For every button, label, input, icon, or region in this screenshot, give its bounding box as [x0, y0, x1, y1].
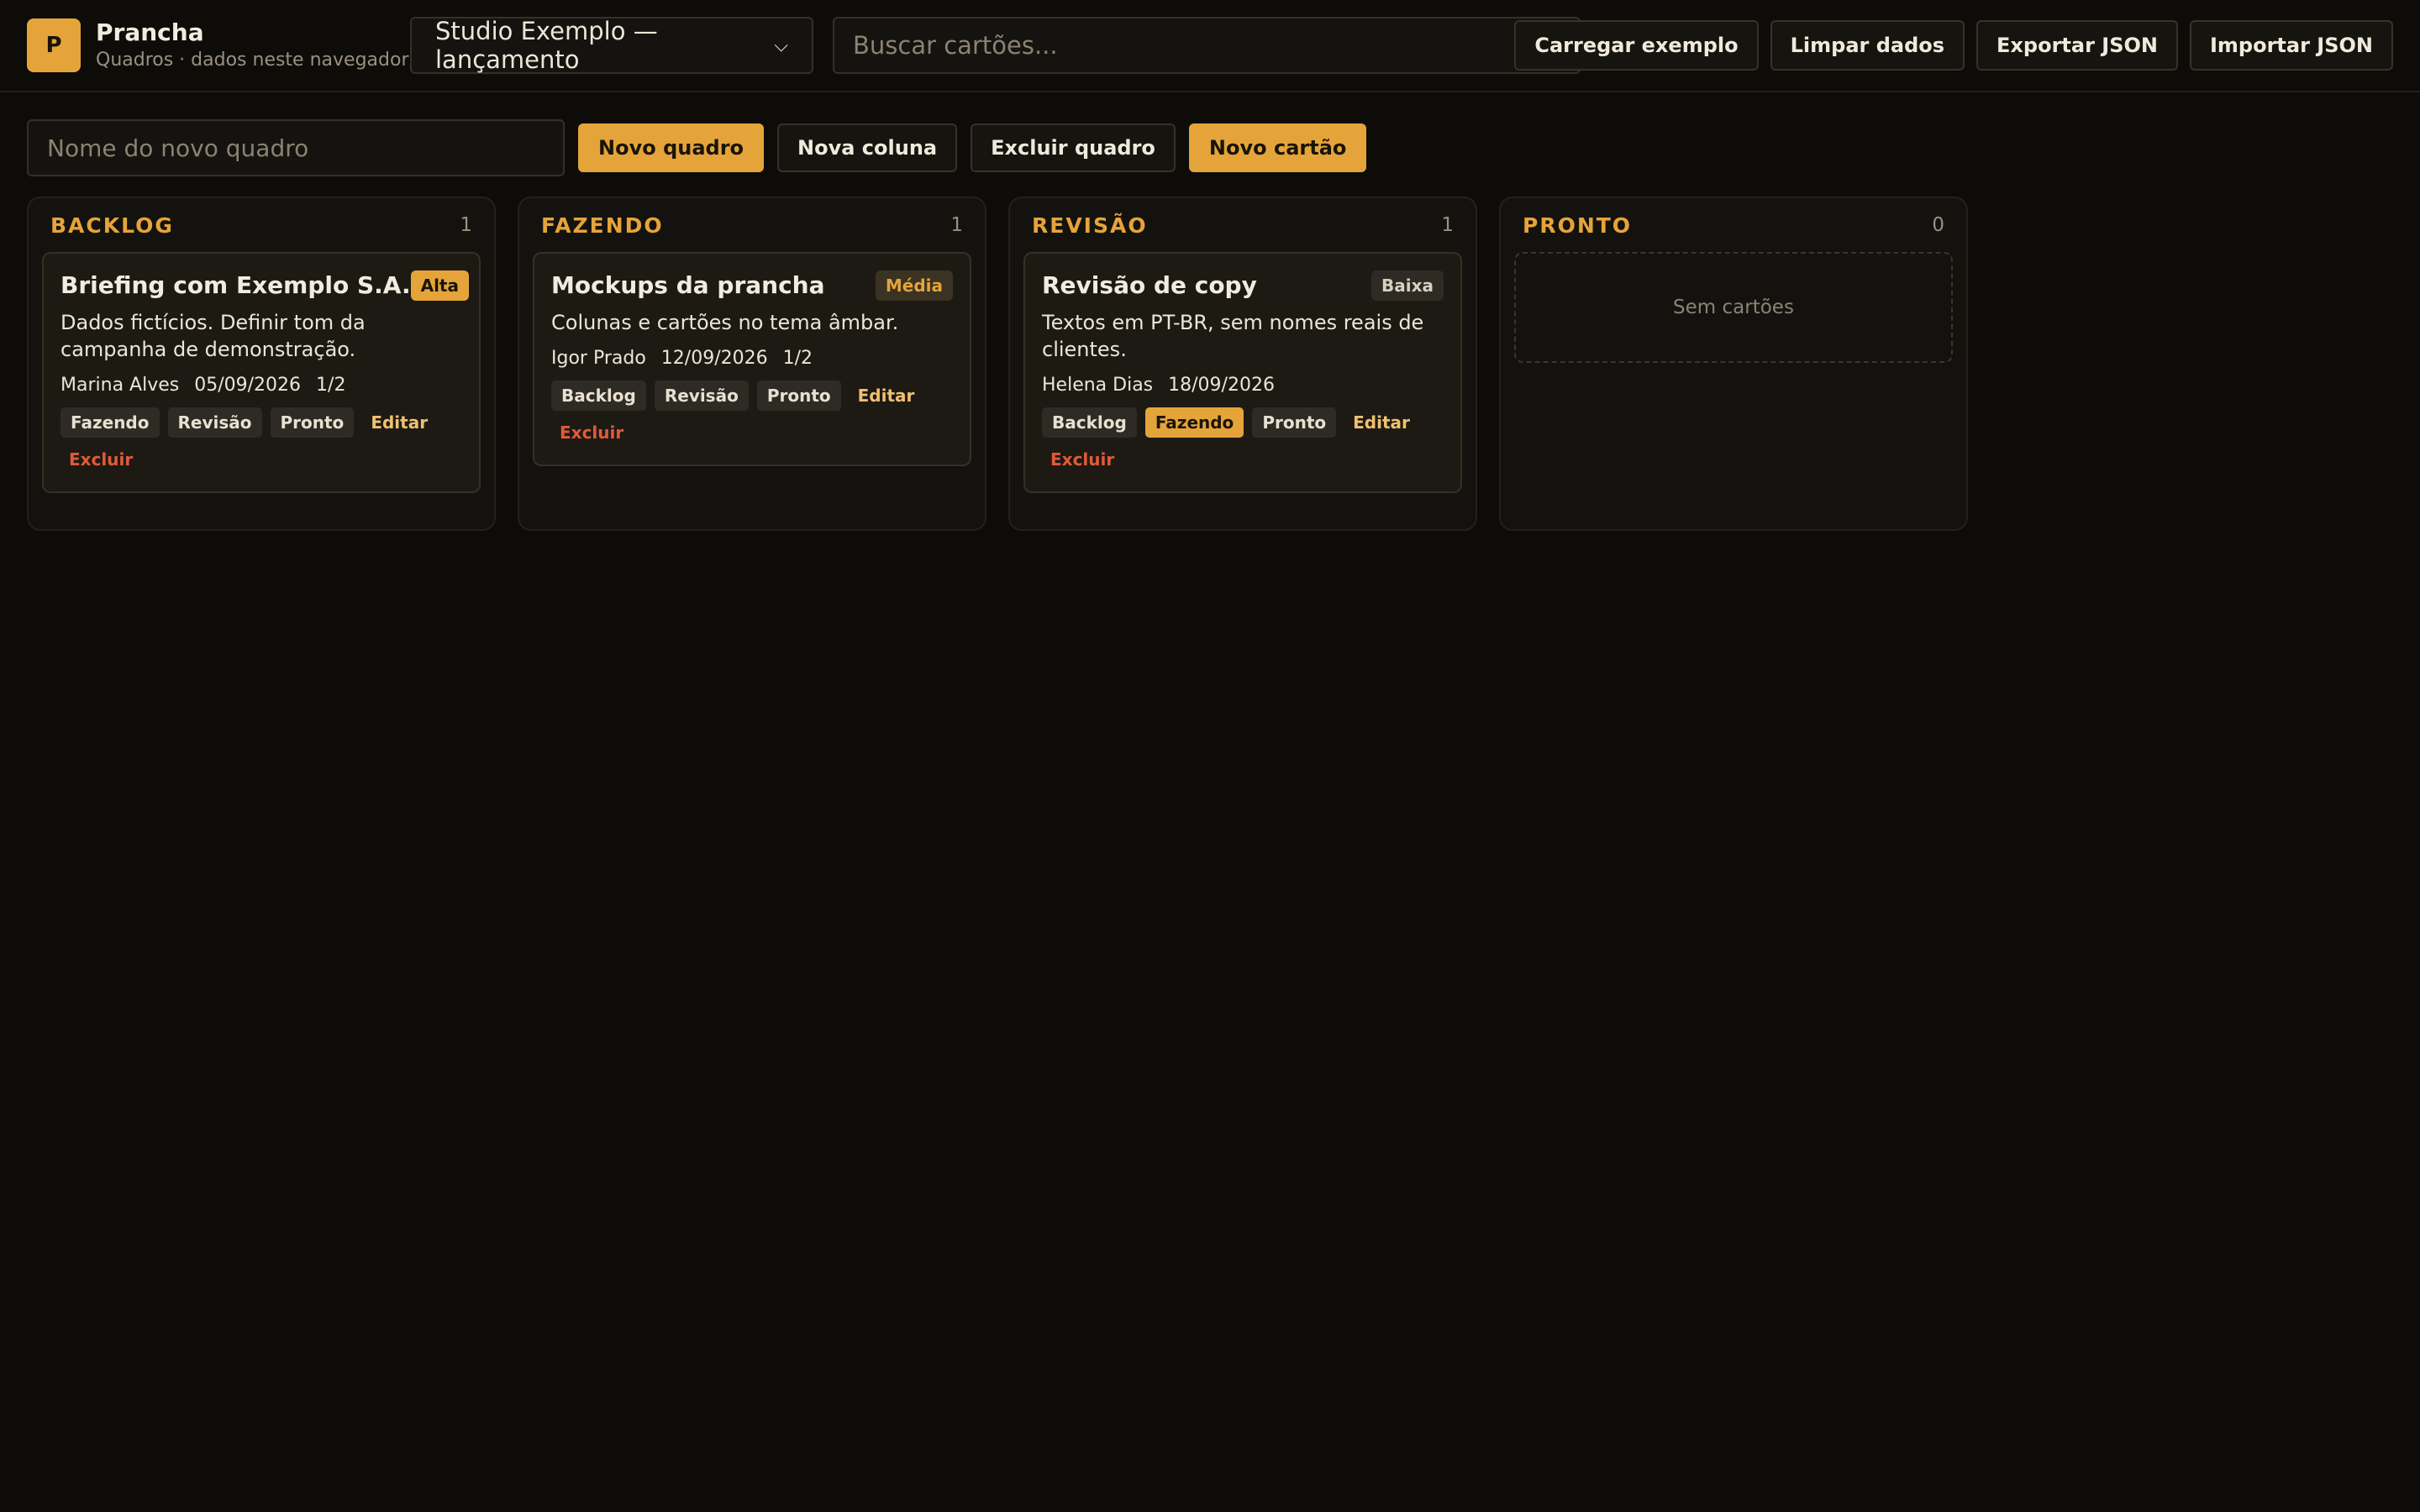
column-count: 0 [1932, 214, 1944, 236]
column-title: BACKLOG [50, 213, 174, 238]
card-title: Briefing com Exemplo S.A. [60, 271, 411, 299]
new-board-button[interactable]: Novo quadro [578, 123, 765, 172]
kanban-board: BACKLOG 1 Briefing com Exemplo S.A. Alta… [27, 197, 1968, 531]
card-meta: Helena Dias 18/09/2026 [1042, 375, 1444, 396]
priority-badge: Média [875, 270, 953, 301]
column-fazendo: FAZENDO 1 Mockups da prancha Média Colun… [518, 197, 986, 531]
card-due-date: 05/09/2026 [194, 375, 302, 396]
column-title: FAZENDO [541, 213, 664, 238]
card-title: Revisão de copy [1042, 271, 1257, 299]
priority-badge: Baixa [1371, 270, 1444, 301]
board-select[interactable]: Studio Exemplo — lançamento ⌵ [410, 17, 813, 74]
card-actions: Fazendo Revisão Pronto Editar Excluir [60, 407, 462, 475]
card-checklist: 1/2 [316, 375, 346, 396]
column-pronto: PRONTO 0 Sem cartões [1499, 197, 1968, 531]
app-name: Prancha [96, 18, 204, 46]
column-count: 1 [950, 214, 963, 236]
priority-badge: Alta [410, 270, 469, 301]
column-header: FAZENDO 1 [533, 198, 971, 252]
move-to-pronto-button[interactable]: Pronto [270, 407, 355, 438]
card-actions: Backlog Fazendo Pronto Editar Excluir [1042, 407, 1444, 475]
card-due-date: 12/09/2026 [660, 348, 768, 369]
board-select-value: Studio Exemplo — lançamento [435, 17, 658, 74]
load-example-button[interactable]: Carregar exemplo [1514, 20, 1759, 71]
column-count: 1 [1441, 214, 1454, 236]
chevron-down-icon: ⌵ [774, 34, 788, 56]
top-actions: Carregar exemplo Limpar dados Exportar J… [1514, 20, 2393, 71]
card-description: Colunas e cartões no tema âmbar. [551, 311, 899, 334]
column-count: 1 [460, 214, 472, 236]
new-card-button[interactable]: Novo cartão [1188, 123, 1367, 172]
column-title: PRONTO [1523, 213, 1633, 238]
column-backlog: BACKLOG 1 Briefing com Exemplo S.A. Alta… [27, 197, 496, 531]
edit-card-button[interactable]: Editar [362, 407, 436, 438]
column-revisao: REVISÃO 1 Revisão de copy Baixa Textos e… [1008, 197, 1477, 531]
delete-card-button[interactable]: Excluir [60, 444, 141, 475]
new-column-button[interactable]: Nova coluna [777, 123, 958, 172]
column-header: REVISÃO 1 [1023, 198, 1462, 252]
card-checklist: 1/2 [782, 348, 813, 369]
move-to-revisao-button[interactable]: Revisão [167, 407, 262, 438]
move-to-backlog-button[interactable]: Backlog [1042, 407, 1137, 438]
delete-board-button[interactable]: Excluir quadro [971, 123, 1176, 172]
card-title: Mockups da prancha [551, 271, 825, 299]
export-json-button[interactable]: Exportar JSON [1976, 20, 2178, 71]
move-to-fazendo-button[interactable]: Fazendo [1144, 407, 1244, 438]
card-meta: Marina Alves 05/09/2026 1/2 [60, 375, 462, 396]
card-description: Dados fictícios. Definir tom da campanha… [60, 311, 366, 361]
top-bar: P Prancha Quadros · dados neste navegado… [0, 0, 2420, 92]
card-actions: Backlog Revisão Pronto Editar Excluir [551, 381, 953, 448]
new-board-name-input[interactable] [27, 119, 565, 176]
move-to-pronto-button[interactable]: Pronto [756, 381, 841, 411]
brand: Prancha Quadros · dados neste navegador [96, 18, 409, 73]
card-meta: Igor Prado 12/09/2026 1/2 [551, 348, 953, 369]
delete-card-button[interactable]: Excluir [551, 417, 632, 448]
empty-column-placeholder: Sem cartões [1514, 252, 1953, 363]
edit-card-button[interactable]: Editar [850, 381, 923, 411]
move-to-fazendo-button[interactable]: Fazendo [60, 407, 160, 438]
search-input[interactable] [833, 17, 1581, 74]
column-header: BACKLOG 1 [42, 198, 481, 252]
import-json-button[interactable]: Importar JSON [2189, 20, 2393, 71]
move-to-pronto-button[interactable]: Pronto [1252, 407, 1337, 438]
move-to-backlog-button[interactable]: Backlog [551, 381, 646, 411]
app-logo: P [27, 18, 81, 72]
card-assignee: Marina Alves [60, 375, 180, 396]
move-to-revisao-button[interactable]: Revisão [654, 381, 749, 411]
card-assignee: Helena Dias [1042, 375, 1154, 396]
card-description: Textos em PT-BR, sem nomes reais de clie… [1042, 311, 1424, 361]
board-toolbar: Novo quadro Nova coluna Excluir quadro N… [27, 119, 1367, 176]
card[interactable]: Revisão de copy Baixa Textos em PT-BR, s… [1023, 252, 1462, 493]
app-subtitle: Quadros · dados neste navegador [96, 50, 409, 71]
delete-card-button[interactable]: Excluir [1042, 444, 1123, 475]
card[interactable]: Mockups da prancha Média Colunas e cartõ… [533, 252, 971, 466]
edit-card-button[interactable]: Editar [1344, 407, 1418, 438]
column-header: PRONTO 0 [1514, 198, 1953, 252]
card-due-date: 18/09/2026 [1168, 375, 1275, 396]
card[interactable]: Briefing com Exemplo S.A. Alta Dados fic… [42, 252, 481, 493]
card-assignee: Igor Prado [551, 348, 646, 369]
column-title: REVISÃO [1032, 213, 1148, 238]
clear-data-button[interactable]: Limpar dados [1770, 20, 1965, 71]
